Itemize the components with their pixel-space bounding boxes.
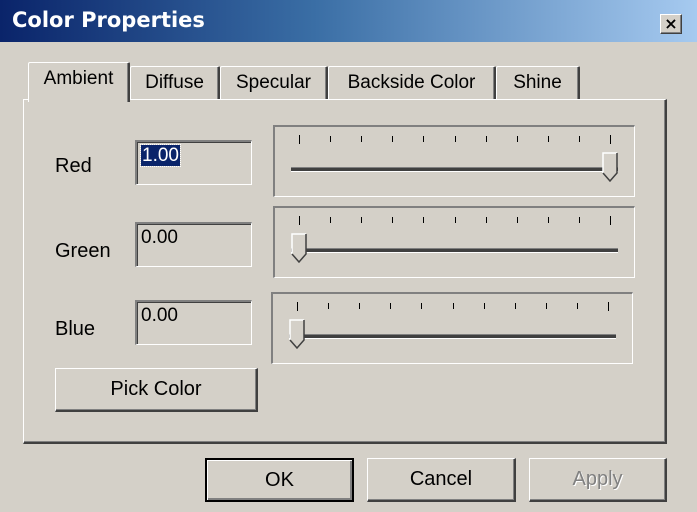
cancel-button[interactable]: Cancel (367, 458, 516, 502)
title-bar[interactable]: Color Properties × (0, 0, 697, 42)
tab-shine[interactable]: Shine (496, 66, 580, 100)
apply-button[interactable]: Apply (529, 458, 667, 502)
tab-panel-ambient (23, 99, 667, 444)
tab-label: Specular (236, 72, 311, 93)
close-button[interactable]: × (660, 14, 682, 34)
window-title: Color Properties (12, 8, 205, 32)
tab-backside-color[interactable]: Backside Color (328, 66, 496, 100)
tab-diffuse[interactable]: Diffuse (130, 66, 220, 100)
tab-ambient[interactable]: Ambient (28, 62, 130, 102)
tab-label: Diffuse (145, 72, 204, 93)
tab-label: Shine (513, 72, 562, 93)
tab-label: Ambient (43, 68, 114, 89)
tab-label: Backside Color (347, 72, 476, 93)
ok-button[interactable]: OK (205, 458, 354, 502)
tab-specular[interactable]: Specular (220, 66, 328, 100)
close-icon: × (664, 14, 678, 33)
